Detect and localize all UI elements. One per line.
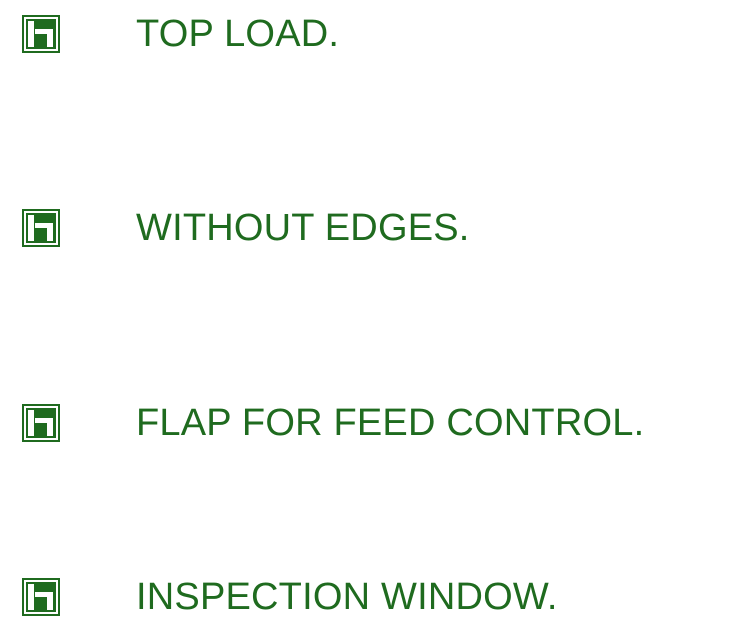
brand-logo-icon [22,404,60,442]
feature-label: WITHOUT EDGES. [136,207,470,249]
feature-item-without-edges: WITHOUT EDGES. [22,206,470,250]
feature-item-flap-for-feed-control: FLAP FOR FEED CONTROL. [22,401,644,445]
feature-label: FLAP FOR FEED CONTROL. [136,402,645,444]
brand-logo-icon [22,578,60,616]
feature-label: INSPECTION WINDOW. [136,576,558,618]
feature-item-inspection-window: INSPECTION WINDOW. [22,575,558,619]
feature-item-top-load: TOP LOAD. [22,12,339,56]
brand-logo-icon [22,209,60,247]
brand-logo-icon [22,15,60,53]
feature-label: TOP LOAD. [136,13,340,55]
